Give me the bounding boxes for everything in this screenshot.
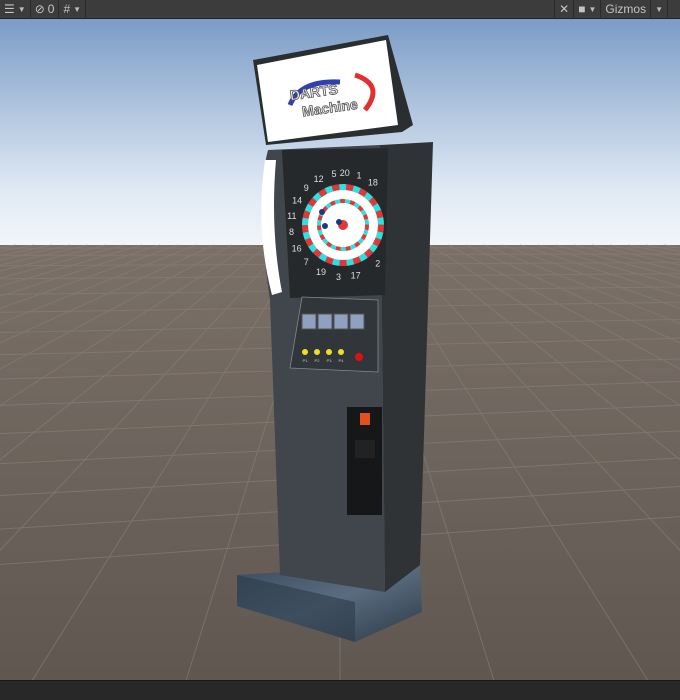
tools-button[interactable]: ✕: [554, 0, 575, 19]
chevron-down-icon: ▼: [73, 4, 82, 14]
player-button[interactable]: [314, 349, 320, 355]
board-number: 11: [287, 211, 296, 221]
player-label: P2: [315, 358, 321, 363]
board-number: 14: [292, 196, 302, 206]
scene-visibility-toggle[interactable]: ⊘ 0: [31, 0, 60, 19]
board-number: 7: [304, 257, 309, 267]
player-button[interactable]: [326, 349, 332, 355]
search-button[interactable]: [668, 0, 680, 19]
board-number: 18: [368, 177, 378, 187]
gizmos-button[interactable]: Gizmos: [601, 0, 652, 19]
board-number: 19: [316, 267, 326, 277]
dart: [336, 219, 342, 225]
dart: [322, 223, 328, 229]
dart: [319, 209, 325, 215]
board-number: 8: [289, 227, 294, 237]
player-label: P4: [339, 358, 345, 363]
score-display: [301, 313, 317, 330]
chevron-down-icon: ▼: [588, 4, 597, 14]
draw-mode-dropdown[interactable]: ☰ ▼: [0, 0, 31, 19]
gizmos-dropdown[interactable]: ▼: [651, 0, 668, 19]
hidden-count: 0: [47, 2, 55, 16]
chevron-down-icon: ▼: [17, 4, 26, 14]
tools-icon: ✕: [559, 2, 570, 16]
board-number: 12: [314, 174, 324, 184]
board-number: 20: [340, 168, 350, 178]
layers-icon: ☰: [4, 2, 15, 16]
grid-toggle[interactable]: # ▼: [59, 0, 87, 19]
board-number: 5: [331, 169, 336, 179]
score-display: [317, 313, 333, 330]
gizmos-label: Gizmos: [605, 2, 647, 16]
chevron-down-icon: ▼: [655, 4, 663, 14]
status-bar: [0, 680, 680, 700]
board-number: 17: [351, 270, 361, 280]
player-label: P3: [327, 358, 333, 363]
board-number: 2: [375, 259, 380, 269]
player-button[interactable]: [302, 349, 308, 355]
player-button[interactable]: [338, 349, 344, 355]
board-number: 16: [292, 244, 302, 254]
board-number: 3: [336, 272, 341, 282]
scene-viewport[interactable]: DARTS Machine 5 20 1181291411816719 3 172 P1…: [0, 19, 680, 680]
board-number: 1: [357, 171, 362, 181]
camera-icon: ■: [578, 2, 586, 16]
start-button[interactable]: [355, 353, 363, 361]
grid-icon: #: [63, 2, 71, 16]
scene-toolbar: ☰ ▼ ⊘ 0 # ▼ ✕ ■ ▼ Gizmos ▼: [0, 0, 680, 19]
player-label: P1: [303, 358, 309, 363]
score-display: [349, 313, 365, 330]
eye-hidden-icon: ⊘: [34, 2, 45, 16]
coin-return: [355, 440, 375, 458]
camera-dropdown[interactable]: ■ ▼: [574, 0, 602, 19]
coin-slot[interactable]: [360, 413, 370, 425]
score-display: [333, 313, 349, 330]
board-number: 9: [304, 183, 309, 193]
